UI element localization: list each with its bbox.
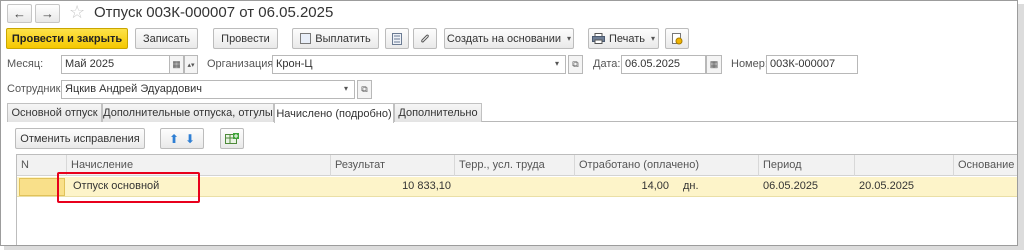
attach-button[interactable] bbox=[413, 28, 437, 49]
list-button[interactable] bbox=[385, 28, 409, 49]
create-based-on-label: Создать на основании bbox=[446, 32, 562, 45]
employee-field[interactable]: Яцкив Андрей Эдуардович bbox=[61, 80, 355, 99]
worked-unit: дн. bbox=[683, 180, 699, 192]
number-field[interactable]: 003К-000007 bbox=[766, 55, 858, 74]
calendar-icon[interactable]: ▦ bbox=[169, 55, 184, 74]
create-based-on-button[interactable]: Создать на основании ▾ bbox=[444, 28, 574, 49]
chevron-down-icon[interactable]: ▾ bbox=[344, 84, 348, 93]
tab-accrued-detailed[interactable]: Начислено (подробно) bbox=[274, 103, 394, 123]
open-organization-icon[interactable]: ⧉ bbox=[568, 55, 583, 74]
month-label: Месяц: bbox=[7, 58, 44, 70]
print-label: Печать bbox=[608, 32, 646, 45]
period-start-cell[interactable]: 06.05.2025 bbox=[759, 177, 855, 197]
chevron-down-icon: ▾ bbox=[651, 34, 656, 43]
document-window: ← → ☆ Отпуск 003К-000007 от 06.05.2025 П… bbox=[0, 0, 1018, 246]
col-territory[interactable]: Терр., усл. труда bbox=[455, 155, 575, 176]
back-button[interactable]: ← bbox=[7, 4, 32, 23]
move-up-icon[interactable]: ⬆ bbox=[169, 132, 179, 146]
date-label: Дата: bbox=[593, 58, 621, 70]
move-down-icon[interactable]: ⬇ bbox=[185, 132, 195, 146]
worked-cell[interactable]: 14,00 bbox=[575, 177, 673, 197]
number-label: Номер: bbox=[731, 58, 768, 70]
territory-cell[interactable] bbox=[455, 177, 575, 197]
col-period[interactable]: Период bbox=[759, 155, 855, 176]
tab-additional-vacations[interactable]: Дополнительные отпуска, отгулы bbox=[102, 103, 274, 122]
basis-cell[interactable] bbox=[954, 177, 1017, 197]
organization-field[interactable]: Крон-Ц bbox=[272, 55, 566, 74]
document-report-icon bbox=[672, 32, 683, 44]
forward-button[interactable]: → bbox=[35, 4, 60, 23]
open-employee-icon[interactable]: ⧉ bbox=[357, 80, 372, 99]
window-shadow bbox=[4, 246, 1022, 250]
save-button[interactable]: Записать bbox=[135, 28, 198, 49]
arrow-right-icon: → bbox=[41, 6, 54, 21]
printer-icon bbox=[591, 33, 605, 44]
chevron-down-icon: ▾ bbox=[567, 34, 572, 43]
month-field[interactable]: Май 2025 bbox=[61, 55, 170, 74]
add-table-button[interactable] bbox=[220, 128, 244, 149]
month-stepper[interactable]: ▴▾ bbox=[184, 55, 198, 74]
report-button[interactable] bbox=[665, 28, 689, 49]
list-icon bbox=[392, 32, 402, 45]
table-add-icon bbox=[225, 132, 239, 144]
paperclip-icon bbox=[421, 34, 429, 43]
annotation-highlight-box bbox=[57, 172, 200, 203]
pay-icon bbox=[300, 33, 312, 44]
arrow-left-icon: ← bbox=[13, 6, 26, 21]
chevron-down-icon[interactable]: ▾ bbox=[555, 59, 559, 68]
window-shadow bbox=[1018, 4, 1024, 250]
col-period-end[interactable] bbox=[855, 155, 954, 176]
employee-label: Сотрудник: bbox=[7, 83, 64, 95]
col-worked[interactable]: Отработано (оплачено) bbox=[575, 155, 759, 176]
result-cell[interactable]: 10 833,10 bbox=[331, 177, 455, 197]
pay-button[interactable]: Выплатить bbox=[292, 28, 379, 49]
calendar-icon[interactable]: ▦ bbox=[706, 55, 722, 74]
date-field[interactable]: 06.05.2025 bbox=[621, 55, 706, 74]
col-result[interactable]: Результат bbox=[331, 155, 455, 176]
page-title: Отпуск 003К-000007 от 06.05.2025 bbox=[94, 4, 334, 21]
cancel-corrections-button[interactable]: Отменить исправления bbox=[15, 128, 145, 149]
tab-additional[interactable]: Дополнительно bbox=[394, 103, 482, 122]
print-button[interactable]: Печать ▾ bbox=[588, 28, 659, 49]
move-buttons: ⬆ ⬇ bbox=[160, 128, 204, 149]
period-end-cell[interactable]: 20.05.2025 bbox=[855, 177, 954, 197]
favorite-star-icon[interactable]: ☆ bbox=[69, 2, 85, 23]
post-button[interactable]: Провести bbox=[213, 28, 278, 49]
organization-label: Организация: bbox=[207, 58, 277, 70]
post-and-close-button[interactable]: Провести и закрыть bbox=[6, 28, 128, 49]
pay-label: Выплатить bbox=[315, 32, 371, 45]
col-basis[interactable]: Основание bbox=[954, 155, 1017, 176]
tab-main-vacation[interactable]: Основной отпуск bbox=[7, 103, 102, 122]
